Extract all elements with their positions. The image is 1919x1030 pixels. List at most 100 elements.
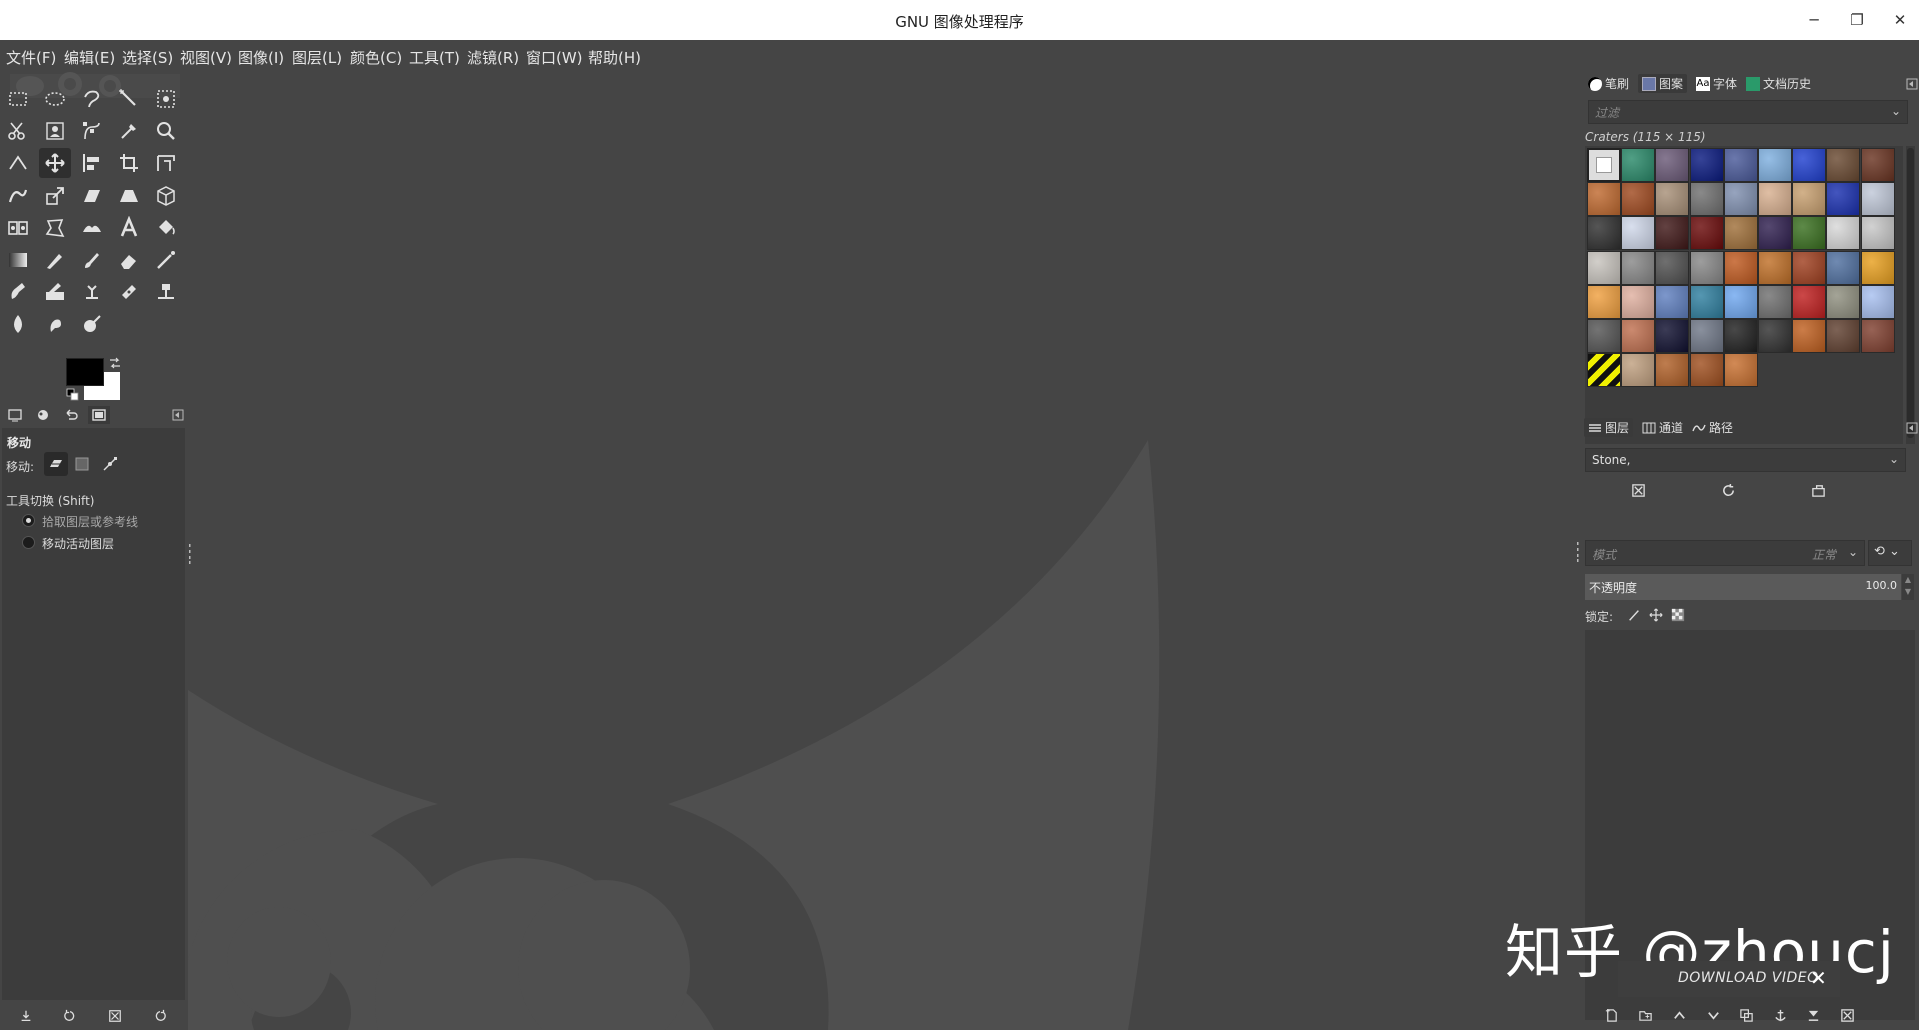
tab-device-status[interactable] xyxy=(32,406,54,424)
tool-shear[interactable] xyxy=(76,181,108,211)
tool-flip[interactable] xyxy=(76,213,108,243)
tool-crop[interactable] xyxy=(113,148,145,178)
download-video-bar[interactable]: DOWNLOAD VIDEO ✕ xyxy=(1618,961,1840,997)
tool-eraser[interactable] xyxy=(113,245,145,275)
menu-filters[interactable]: 滤镜(R) xyxy=(467,47,519,68)
tool-free-select[interactable] xyxy=(76,84,108,114)
pattern-swatch[interactable] xyxy=(1723,319,1758,353)
lower-layer-button[interactable] xyxy=(1702,1004,1724,1026)
pattern-swatch[interactable] xyxy=(1860,250,1895,285)
tool-heal[interactable] xyxy=(113,277,145,307)
pattern-swatch[interactable] xyxy=(1758,182,1792,217)
tool-zoom[interactable] xyxy=(150,116,182,146)
pattern-swatch[interactable] xyxy=(1587,250,1621,285)
move-mode-selection[interactable] xyxy=(70,452,94,476)
pattern-swatch[interactable] xyxy=(1587,148,1621,182)
pattern-swatch[interactable] xyxy=(1689,182,1724,217)
tool-ink[interactable] xyxy=(2,277,34,307)
tool-measure[interactable] xyxy=(2,148,34,178)
save-options-button[interactable] xyxy=(16,1006,36,1026)
pattern-swatch[interactable] xyxy=(1723,216,1758,251)
maximize-button[interactable]: ❐ xyxy=(1845,8,1869,32)
pattern-scrollbar[interactable] xyxy=(1906,146,1915,444)
tool-3d-transform[interactable] xyxy=(150,181,182,211)
pattern-swatch[interactable] xyxy=(1792,250,1827,285)
tool-scissors[interactable] xyxy=(2,116,34,146)
tool-clone[interactable] xyxy=(76,277,108,307)
close-download-icon[interactable]: ✕ xyxy=(1810,966,1827,990)
lock-pixels-button[interactable] xyxy=(1625,606,1643,624)
menu-select[interactable]: 选择(S) xyxy=(122,47,173,68)
swap-colors-icon[interactable] xyxy=(108,356,122,370)
tab-channels[interactable]: 通道 xyxy=(1638,418,1687,437)
foreground-color-swatch[interactable] xyxy=(66,358,104,386)
tool-handle-transform[interactable] xyxy=(2,213,34,243)
pattern-swatch[interactable] xyxy=(1587,182,1621,217)
menu-image[interactable]: 图像(I) xyxy=(238,47,284,68)
pattern-swatch[interactable] xyxy=(1723,353,1758,388)
tool-select-by-color[interactable] xyxy=(150,84,182,114)
tab-undo-history[interactable] xyxy=(60,406,82,424)
pattern-swatch[interactable] xyxy=(1860,182,1895,217)
menu-tools[interactable]: 工具(T) xyxy=(409,47,460,68)
pattern-swatch[interactable] xyxy=(1655,216,1690,251)
tool-fuzzy-select[interactable] xyxy=(113,84,145,114)
pattern-swatch[interactable] xyxy=(1826,216,1861,251)
pattern-swatch[interactable] xyxy=(1826,319,1861,353)
delete-options-button[interactable] xyxy=(105,1006,125,1026)
pattern-swatch[interactable] xyxy=(1792,148,1827,182)
pattern-swatch[interactable] xyxy=(1621,148,1656,182)
tool-blur[interactable] xyxy=(2,309,34,339)
tool-foreground-select[interactable] xyxy=(39,116,71,146)
pattern-swatch[interactable] xyxy=(1758,319,1792,353)
download-video-label[interactable]: DOWNLOAD VIDEO xyxy=(1678,970,1819,986)
raise-layer-button[interactable] xyxy=(1668,1004,1690,1026)
opacity-slider[interactable]: 不透明度 100.0 xyxy=(1585,574,1901,600)
menu-file[interactable]: 文件(F) xyxy=(6,47,56,68)
tab-document-history[interactable]: 文档历史 xyxy=(1742,74,1815,93)
pattern-swatch[interactable] xyxy=(1621,353,1656,388)
delete-pattern-button[interactable] xyxy=(1628,480,1648,500)
tool-cage-transform[interactable] xyxy=(39,213,71,243)
pattern-swatch[interactable] xyxy=(1655,353,1690,388)
dock-bottom-menu-icon[interactable] xyxy=(1906,422,1918,434)
menu-edit[interactable]: 编辑(E) xyxy=(64,47,115,68)
pattern-swatch[interactable] xyxy=(1860,216,1895,251)
pattern-swatch[interactable] xyxy=(1860,148,1895,182)
pattern-swatch[interactable] xyxy=(1621,182,1656,217)
tool-align[interactable] xyxy=(76,148,108,178)
pattern-swatch[interactable] xyxy=(1689,319,1724,353)
pattern-swatch[interactable] xyxy=(1792,216,1827,251)
pattern-swatch[interactable] xyxy=(1587,216,1621,251)
move-mode-path[interactable] xyxy=(98,452,122,476)
tool-color-picker[interactable] xyxy=(113,116,145,146)
pattern-swatch[interactable] xyxy=(1689,250,1724,285)
tool-scale[interactable] xyxy=(39,181,71,211)
move-mode-layer[interactable] xyxy=(44,452,68,476)
new-layer-button[interactable] xyxy=(1600,1004,1622,1026)
layer-mode-select[interactable]: 模式 正常 ⌄ xyxy=(1585,540,1865,566)
dock-top-menu-icon[interactable] xyxy=(1906,78,1918,90)
anchor-layer-button[interactable] xyxy=(1769,1004,1791,1026)
tool-unified-transform[interactable] xyxy=(150,148,182,178)
composite-mode-button[interactable]: ⟲ ⌄ xyxy=(1868,540,1912,566)
radio-move-active[interactable] xyxy=(22,536,35,549)
pattern-tag-select[interactable]: Stone, ⌄ xyxy=(1585,448,1906,472)
pattern-swatch[interactable] xyxy=(1621,250,1656,285)
pattern-swatch[interactable] xyxy=(1689,284,1724,319)
opacity-spinner[interactable]: ▲ ▼ xyxy=(1902,574,1914,600)
tab-layers[interactable]: 图层 xyxy=(1584,418,1634,437)
tab-fonts[interactable]: Aa 字体 xyxy=(1692,74,1741,93)
pattern-swatch[interactable] xyxy=(1587,284,1621,319)
pattern-swatch[interactable] xyxy=(1758,284,1792,319)
tab-images[interactable] xyxy=(88,406,110,424)
pattern-swatch[interactable] xyxy=(1758,148,1792,182)
tool-gradient[interactable] xyxy=(2,245,34,275)
tool-warp-transform[interactable] xyxy=(2,181,34,211)
tool-paths[interactable] xyxy=(76,116,108,146)
menu-help[interactable]: 帮助(H) xyxy=(588,47,641,68)
tool-paintbrush[interactable] xyxy=(76,245,108,275)
pattern-swatch[interactable] xyxy=(1723,284,1758,319)
lock-alpha-button[interactable] xyxy=(1669,606,1687,624)
restore-options-button[interactable] xyxy=(60,1006,80,1026)
